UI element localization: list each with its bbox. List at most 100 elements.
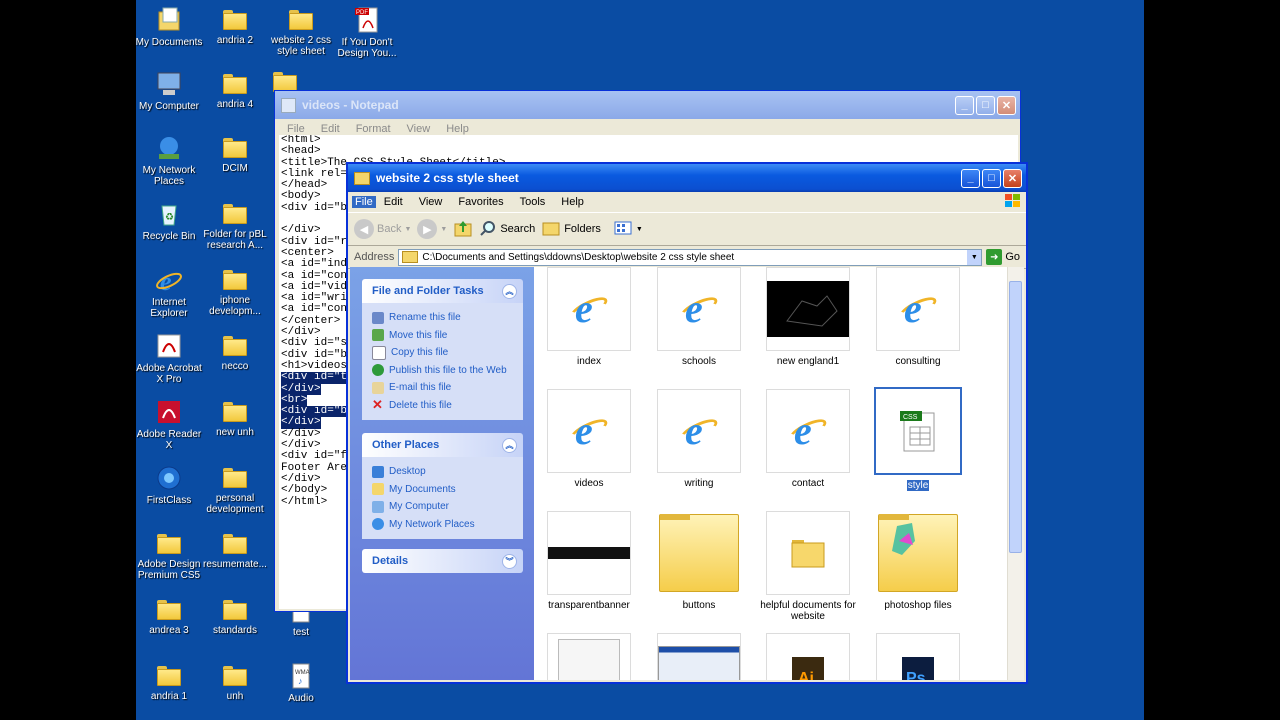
menu-tools[interactable]: Tools (512, 196, 554, 208)
back-button[interactable]: ◀ Back ▼ (354, 219, 411, 239)
place-my-computer[interactable]: My Computer (372, 498, 523, 516)
task-publish[interactable]: Publish this file to the Web (372, 362, 523, 380)
desktop-icon-andrea-3[interactable]: andrea 3 (136, 594, 204, 636)
file-item[interactable]: e contact (753, 389, 863, 489)
desktop-icon-internet-explorer[interactable]: e Internet Explorer (136, 264, 204, 319)
folders-button[interactable]: Folders (541, 219, 601, 240)
folder-icon (223, 600, 247, 620)
file-item[interactable] (534, 633, 644, 680)
menu-help[interactable]: Help (438, 123, 477, 135)
file-item[interactable]: e index (534, 267, 644, 367)
desktop-icon-new-unh[interactable]: new unh (200, 396, 270, 438)
file-item[interactable]: Ai (753, 633, 863, 680)
menu-edit[interactable]: Edit (313, 123, 348, 135)
desktop-icon-pdf[interactable]: PDF If You Don't Design You... (332, 4, 402, 59)
place-my-network-places[interactable]: My Network Places (372, 516, 523, 534)
file-item[interactable]: helpful documents for website (753, 511, 863, 622)
desktop-icon-necco[interactable]: necco (200, 330, 270, 372)
expand-chevron-icon[interactable]: ︾ (502, 553, 517, 569)
menu-help[interactable]: Help (553, 196, 592, 208)
menu-view[interactable]: View (399, 123, 439, 135)
file-item[interactable]: transparentbanner (534, 511, 644, 611)
notepad-title: videos - Notepad (302, 98, 399, 112)
desktop-icon-audio[interactable]: WMA ♪ Audio (266, 660, 336, 704)
my-computer-icon (372, 500, 384, 513)
maximize-button[interactable]: □ (976, 95, 995, 115)
desktop-icon-standards[interactable]: standards (200, 594, 270, 636)
up-folder-button[interactable] (453, 218, 473, 241)
file-folder-tasks-header[interactable]: File and Folder Tasks ︽ (362, 279, 523, 303)
file-item[interactable]: Ps (863, 633, 973, 680)
file-item[interactable]: e videos (534, 389, 644, 489)
menu-view[interactable]: View (411, 196, 451, 208)
desktop-icon-my-documents[interactable]: My Documents (136, 4, 204, 48)
desktop-icon-adobe-acrobat[interactable]: Adobe Acrobat X Pro (136, 330, 204, 385)
other-places-panel: Other Places ︽ Desktop My Documents My C… (362, 433, 523, 539)
desktop-icon-andria-4[interactable]: andria 4 (200, 68, 270, 110)
menu-format[interactable]: Format (348, 123, 399, 135)
explorer-titlebar[interactable]: website 2 css style sheet _ □ ✕ (348, 164, 1026, 192)
details-header[interactable]: Details ︾ (362, 549, 523, 573)
svg-text:Ps: Ps (906, 670, 926, 680)
file-item[interactable]: new england1 (753, 267, 863, 367)
folder-icon (659, 514, 739, 592)
desktop-icon-firstclass[interactable]: FirstClass (136, 462, 204, 506)
address-dropdown-icon[interactable]: ▼ (967, 249, 982, 265)
task-copy[interactable]: Copy this file (372, 344, 523, 362)
file-item[interactable]: e schools (644, 267, 754, 367)
maximize-button[interactable]: □ (982, 168, 1001, 188)
task-delete[interactable]: ✕ Delete this file (372, 397, 523, 415)
desktop-icon-iphone[interactable]: iphone developm... (200, 264, 270, 317)
desktop-icon-unh[interactable]: unh (200, 660, 270, 702)
notepad-titlebar[interactable]: videos - Notepad _ □ ✕ (275, 91, 1020, 119)
scrollbar-thumb[interactable] (1009, 281, 1022, 553)
menu-favorites[interactable]: Favorites (450, 196, 511, 208)
close-button[interactable]: ✕ (997, 95, 1016, 115)
forward-button[interactable]: ▶ ▼ (417, 219, 447, 239)
desktop-icon-my-computer[interactable]: My Computer (136, 68, 204, 112)
place-my-documents[interactable]: My Documents (372, 481, 523, 499)
close-button[interactable]: ✕ (1003, 168, 1022, 188)
menu-edit[interactable]: Edit (376, 196, 411, 208)
desktop-icon-adobe-design-premium[interactable]: Adobe Design Premium CS5 (136, 528, 204, 581)
folder-icon (223, 666, 247, 686)
collapse-chevron-icon[interactable]: ︽ (502, 437, 517, 453)
desktop-icon-andria-2[interactable]: andria 2 (200, 4, 270, 46)
folder-icon (223, 336, 247, 356)
search-button[interactable]: Search (479, 219, 535, 240)
menu-file[interactable]: File (279, 123, 313, 135)
network-icon (372, 518, 384, 531)
file-item-selected[interactable]: CSS style (863, 387, 973, 491)
desktop-icon-folder-pbl[interactable]: Folder for pBL research A... (200, 198, 270, 251)
desktop-icon-adobe-reader[interactable]: Adobe Reader X (136, 396, 204, 451)
vertical-scrollbar[interactable] (1007, 267, 1024, 680)
desktop-icon-personal-development[interactable]: personal development (200, 462, 270, 515)
file-item[interactable]: photoshop files (863, 511, 973, 611)
desktop-icon-recycle-bin[interactable]: ♻ Recycle Bin (136, 198, 204, 242)
desktop-icon-website-2[interactable]: website 2 css style sheet (266, 4, 336, 57)
go-button[interactable]: ➜ Go (986, 249, 1020, 265)
file-item[interactable]: buttons (644, 511, 754, 611)
file-item[interactable] (644, 633, 754, 680)
other-places-header[interactable]: Other Places ︽ (362, 433, 523, 457)
task-rename[interactable]: Rename this file (372, 309, 523, 327)
folder-icon (791, 540, 825, 568)
task-email[interactable]: E-mail this file (372, 379, 523, 397)
views-button[interactable]: ▼ (613, 219, 643, 240)
desktop-icon-dcim[interactable]: DCIM (200, 132, 270, 174)
address-field[interactable]: C:\Documents and Settings\ddowns\Desktop… (398, 248, 983, 266)
minimize-button[interactable]: _ (955, 95, 974, 115)
explorer-window[interactable]: website 2 css style sheet _ □ ✕ File Edi… (346, 162, 1028, 684)
desktop-icon-my-network-places[interactable]: My Network Places (136, 132, 204, 187)
file-item[interactable]: e consulting (863, 267, 973, 367)
collapse-chevron-icon[interactable]: ︽ (502, 283, 517, 299)
place-desktop[interactable]: Desktop (372, 463, 523, 481)
my-documents-icon (372, 483, 384, 496)
desktop-icon-resumemate[interactable]: resumemate... (200, 528, 270, 570)
folder-icon (289, 10, 313, 30)
minimize-button[interactable]: _ (961, 168, 980, 188)
task-move[interactable]: Move this file (372, 327, 523, 345)
desktop-icon-andria-1[interactable]: andria 1 (136, 660, 204, 702)
menu-file[interactable]: File (352, 196, 376, 208)
file-item[interactable]: e writing (644, 389, 754, 489)
